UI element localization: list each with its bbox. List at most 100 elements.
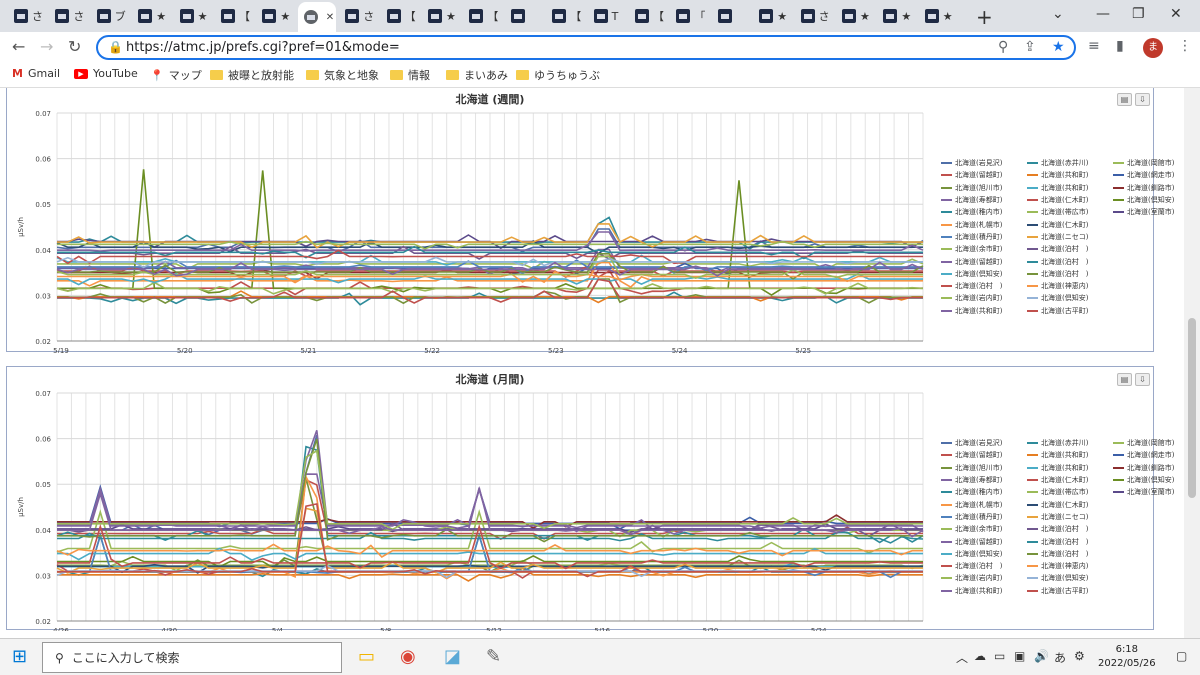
bookmark-folder[interactable]: 被曝と放射能 bbox=[210, 67, 294, 83]
notification-settings-icon[interactable]: ⚙ bbox=[1074, 649, 1085, 663]
share-icon[interactable]: ⇪ bbox=[1024, 39, 1036, 55]
browser-tab[interactable]: さ bbox=[49, 4, 89, 28]
browser-tab[interactable]: ★ bbox=[174, 4, 214, 28]
legend-item[interactable]: 北海道(岩内町) bbox=[941, 573, 1027, 583]
legend-item[interactable]: 北海道(余市町) bbox=[941, 244, 1027, 254]
legend-item[interactable]: 北海道(倶知安) bbox=[941, 549, 1027, 559]
legend-item[interactable]: 北海道(泊村 ) bbox=[941, 281, 1027, 291]
print-icon[interactable]: ▤ bbox=[1117, 93, 1132, 106]
legend-item[interactable]: 北海道(共和町) bbox=[941, 586, 1027, 596]
bookmark-folder[interactable]: ゆうちゅうぶ bbox=[516, 67, 600, 83]
bookmark-folder[interactable]: まいあみ bbox=[446, 67, 508, 83]
legend-item[interactable]: 北海道(旭川市) bbox=[941, 463, 1027, 473]
legend-item[interactable]: 北海道(泊村 ) bbox=[1027, 524, 1113, 534]
page-scrollbar[interactable] bbox=[1184, 88, 1200, 638]
legend-item[interactable]: 北海道(神恵内) bbox=[1027, 281, 1113, 291]
browser-tab[interactable]: ★ bbox=[836, 4, 876, 28]
legend-item[interactable]: 北海道(赤井川) bbox=[1027, 158, 1113, 168]
browser-tab[interactable]: ★ bbox=[256, 4, 296, 28]
legend-item[interactable]: 北海道(泊村 ) bbox=[1027, 244, 1113, 254]
legend-item[interactable]: 北海道(赤井川) bbox=[1027, 438, 1113, 448]
reload-icon[interactable]: ↻ bbox=[68, 37, 81, 56]
browser-tab[interactable]: ★ bbox=[132, 4, 172, 28]
legend-item[interactable]: 北海道(積丹町) bbox=[941, 232, 1027, 242]
legend-item[interactable]: 北海道(仁木町) bbox=[1027, 500, 1113, 510]
legend-item[interactable]: 北海道(札幌市) bbox=[941, 220, 1027, 230]
url-text[interactable]: https://atmc.jp/prefs.cgi?pref=01&mode= bbox=[126, 40, 400, 55]
app-icon[interactable]: ◪ bbox=[444, 646, 461, 667]
bookmark-star-icon[interactable]: ★ bbox=[1052, 39, 1065, 55]
taskbar-search-box[interactable]: ⚲ ここに入力して検索 bbox=[42, 642, 342, 673]
taskbar-clock[interactable]: 6:18 2022/05/26 bbox=[1098, 643, 1156, 671]
menu-kebab-icon[interactable]: ⋮ bbox=[1178, 38, 1192, 54]
browser-tab[interactable]: 「 bbox=[670, 4, 710, 28]
browser-tab[interactable]: さ bbox=[339, 4, 379, 28]
chrome-icon[interactable]: ◉ bbox=[400, 646, 416, 667]
bookmark-gmail[interactable]: M Gmail bbox=[12, 67, 60, 80]
notification-icon[interactable]: ▢ bbox=[1176, 649, 1187, 663]
legend-item[interactable]: 北海道(共和町) bbox=[1027, 183, 1113, 193]
browser-tab[interactable]: ★ bbox=[753, 4, 793, 28]
minimize-button[interactable]: — bbox=[1096, 6, 1110, 22]
profile-avatar[interactable]: ま bbox=[1143, 38, 1163, 58]
browser-tab[interactable]: 【 bbox=[381, 4, 421, 28]
legend-item[interactable]: 北海道(帯広市) bbox=[1027, 207, 1113, 217]
zoom-icon[interactable]: ⚲ bbox=[998, 39, 1008, 55]
legend-item[interactable]: 北海道(神恵内) bbox=[1027, 561, 1113, 571]
browser-tab[interactable]: さ bbox=[8, 4, 48, 28]
legend-item[interactable]: 北海道(共和町) bbox=[1027, 450, 1113, 460]
legend-item[interactable]: 北海道(旭川市) bbox=[941, 183, 1027, 193]
onedrive-icon[interactable]: ☁ bbox=[974, 649, 986, 663]
browser-tab[interactable]: さ bbox=[795, 4, 835, 28]
bookmark-maps[interactable]: 📍 マップ bbox=[150, 67, 202, 83]
browser-tab[interactable]: ✕ bbox=[297, 2, 336, 32]
browser-tab[interactable]: T bbox=[588, 4, 628, 28]
legend-item[interactable]: 北海道(留越町) bbox=[941, 257, 1027, 267]
windows-start-icon[interactable]: ⊞ bbox=[12, 646, 27, 667]
legend-item[interactable]: 北海道(岩見沢) bbox=[941, 438, 1027, 448]
network-icon[interactable]: ▣ bbox=[1014, 649, 1025, 663]
pen-icon[interactable]: ✎ bbox=[486, 646, 501, 667]
legend-item[interactable]: 北海道(共和町) bbox=[1027, 463, 1113, 473]
print-icon[interactable]: ▤ bbox=[1117, 373, 1132, 386]
legend-item[interactable]: 北海道(余市町) bbox=[941, 524, 1027, 534]
legend-item[interactable]: 北海道(帯広市) bbox=[1027, 487, 1113, 497]
tab-search-chevron-icon[interactable]: ⌄ bbox=[1052, 6, 1064, 22]
legend-item[interactable]: 北海道(泊村 ) bbox=[1027, 257, 1113, 267]
legend-item[interactable]: 北海道(岩内町) bbox=[941, 293, 1027, 303]
forward-arrow-icon[interactable]: → bbox=[40, 37, 53, 56]
legend-item[interactable]: 北海道(稚内市) bbox=[941, 487, 1027, 497]
bookmark-folder[interactable]: 気象と地象 bbox=[306, 67, 379, 83]
legend-item[interactable]: 北海道(ニセコ) bbox=[1027, 232, 1113, 242]
browser-tab[interactable]: 【 bbox=[546, 4, 586, 28]
reading-list-icon[interactable]: ≡ bbox=[1088, 38, 1100, 54]
legend-item[interactable]: 北海道(倶知安) bbox=[941, 269, 1027, 279]
browser-tab[interactable] bbox=[505, 4, 545, 28]
close-tab-icon[interactable]: ✕ bbox=[326, 12, 334, 23]
file-explorer-icon[interactable]: ▭ bbox=[358, 646, 375, 667]
legend-item[interactable]: 北海道(古平町) bbox=[1027, 306, 1113, 316]
legend-item[interactable]: 北海道(泊村 ) bbox=[941, 561, 1027, 571]
download-icon[interactable]: ⇩ bbox=[1135, 93, 1150, 106]
legend-item[interactable]: 北海道(ニセコ) bbox=[1027, 512, 1113, 522]
legend-item[interactable]: 北海道(共和町) bbox=[1027, 170, 1113, 180]
legend-item[interactable]: 北海道(寿都町) bbox=[941, 195, 1027, 205]
browser-tab[interactable]: ブ bbox=[91, 4, 131, 28]
bookmark-youtube[interactable]: ▶ YouTube bbox=[74, 67, 138, 80]
browser-tab[interactable]: ★ bbox=[919, 4, 959, 28]
legend-item[interactable]: 北海道(倶知安) bbox=[1027, 293, 1113, 303]
battery-icon[interactable]: ▭ bbox=[994, 649, 1005, 663]
legend-item[interactable]: 北海道(仁木町) bbox=[1027, 220, 1113, 230]
legend-item[interactable]: 北海道(積丹町) bbox=[941, 512, 1027, 522]
legend-item[interactable]: 北海道(泊村 ) bbox=[1027, 269, 1113, 279]
legend-item[interactable]: 北海道(寿都町) bbox=[941, 475, 1027, 485]
legend-item[interactable]: 北海道(泊村 ) bbox=[1027, 537, 1113, 547]
address-bar[interactable]: 🔒 https://atmc.jp/prefs.cgi?pref=01&mode… bbox=[96, 35, 1076, 60]
download-icon[interactable]: ⇩ bbox=[1135, 373, 1150, 386]
legend-item[interactable]: 北海道(倶知安) bbox=[1027, 573, 1113, 583]
legend-item[interactable]: 北海道(留越町) bbox=[941, 450, 1027, 460]
maximize-button[interactable]: ❐ bbox=[1132, 6, 1145, 22]
legend-item[interactable]: 北海道(留越町) bbox=[941, 170, 1027, 180]
tray-chevron-icon[interactable]: ︿ bbox=[956, 649, 968, 666]
legend-item[interactable]: 北海道(泊村 ) bbox=[1027, 549, 1113, 559]
